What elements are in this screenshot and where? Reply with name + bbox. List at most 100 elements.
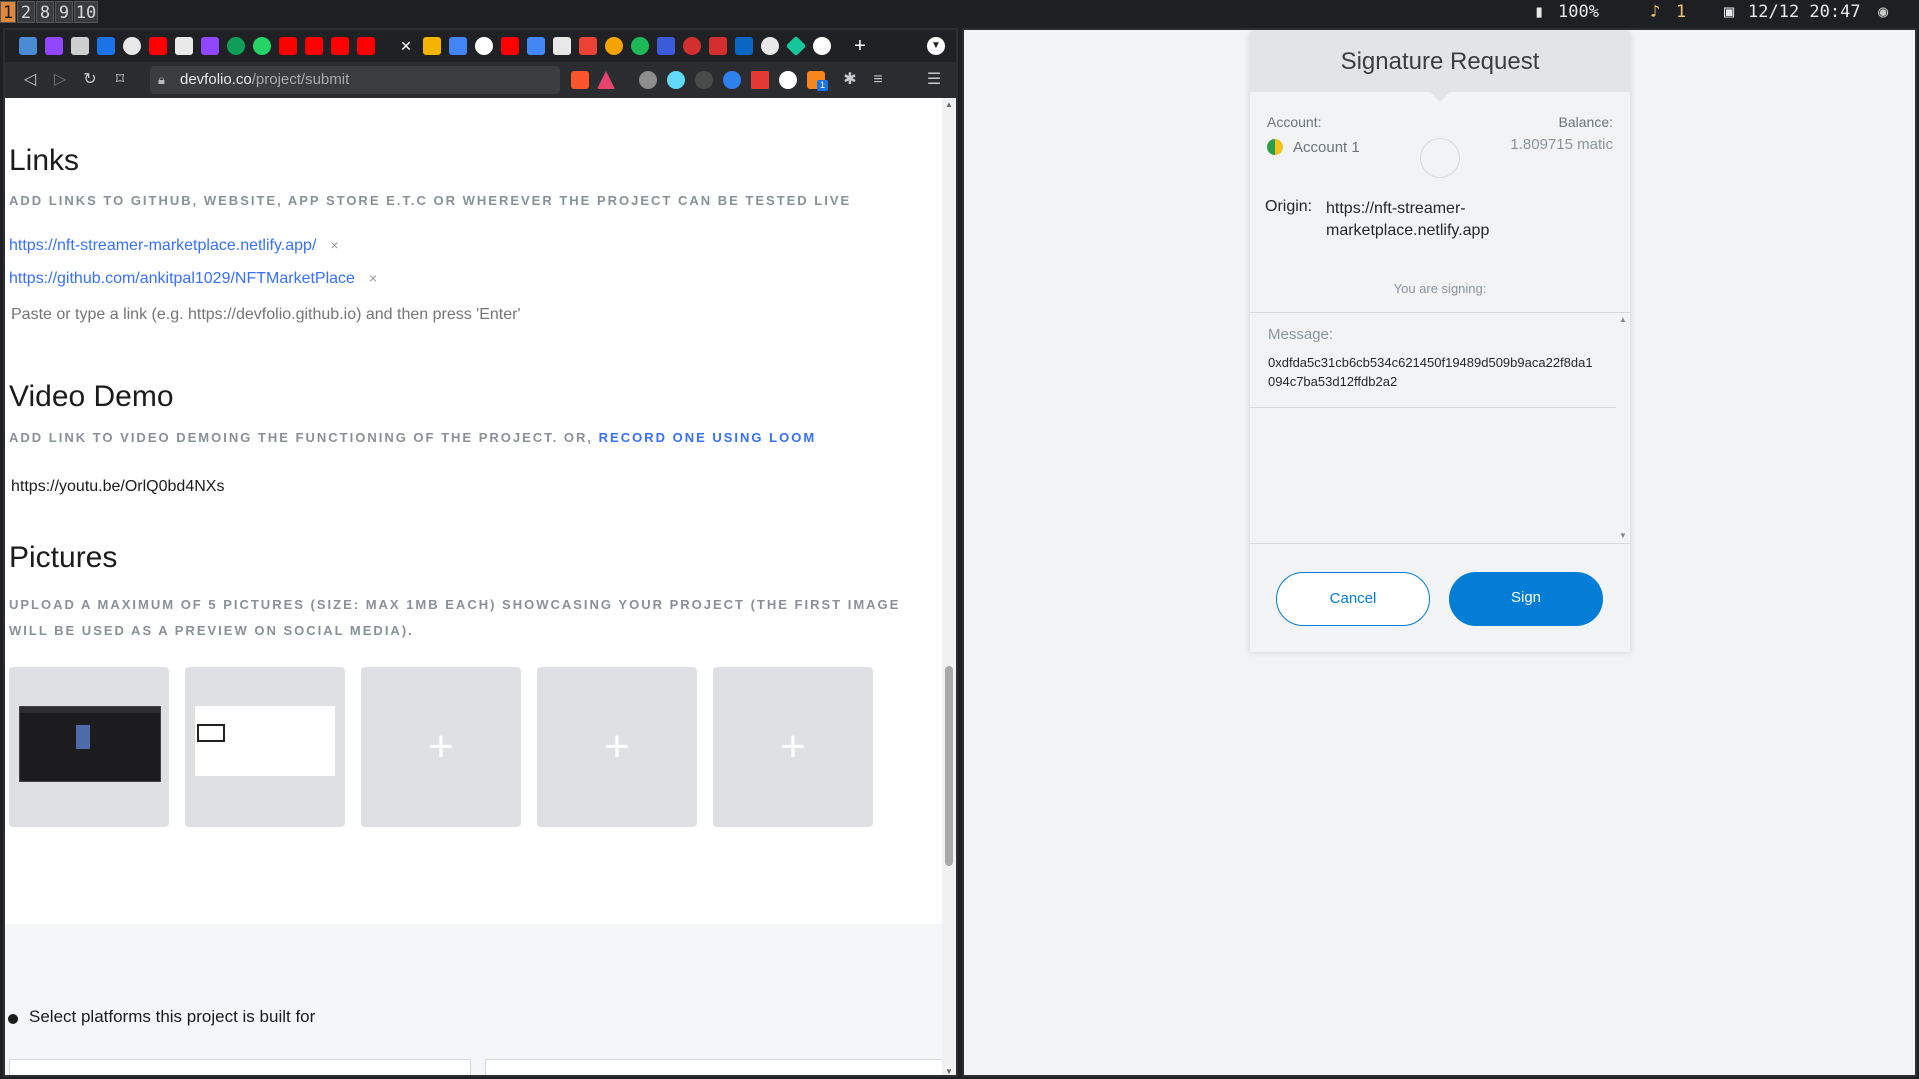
tab-diamond-icon[interactable] [785,35,807,57]
workspace-8[interactable]: 8 [36,1,54,23]
tab-google-icon[interactable] [475,37,493,55]
sign-button[interactable]: Sign [1449,572,1603,626]
notification-count: 1 [1676,2,1687,22]
tab-ext-icon[interactable] [657,37,675,55]
picture-slot-2[interactable] [185,667,345,827]
address-bar[interactable]: 🔒︎ devfolio.co/project/submit [150,66,560,94]
calendar-icon: ▣ [1724,2,1735,22]
tab-ys-icon[interactable] [709,37,727,55]
extension-tp-icon[interactable] [751,71,769,89]
account-name: Account 1 [1293,139,1360,156]
picture-slot-4[interactable]: + [537,667,697,827]
tab-active-devfolio-icon[interactable] [423,37,441,55]
page-scrollbar[interactable]: ▲ ▼ [942,98,956,1075]
brave-shields-icon[interactable] [571,71,589,89]
reload-icon[interactable]: ↻ [79,69,101,91]
url-path: /project/submit [251,71,350,88]
add-picture-icon[interactable]: + [537,667,697,827]
video-demo-heading: Video Demo [9,380,174,413]
battery-icon: ▮ [1534,2,1545,22]
tab-github-icon[interactable] [123,37,141,55]
tab-close-icon[interactable]: ✕ [397,37,415,55]
video-demo-subtitle: ADD LINK TO VIDEO DEMOING THE FUNCTIONIN… [9,430,816,445]
tab-youtube-icon-3[interactable] [305,37,323,55]
tab-pin-icon[interactable] [683,37,701,55]
tab-youtube-icon[interactable] [149,37,167,55]
tab-twitch-icon[interactable] [45,37,63,55]
scroll-down-arrow-icon[interactable]: ▼ [1619,531,1627,540]
tab-drive-icon[interactable] [97,37,115,55]
tab-wiki-icon[interactable] [553,37,571,55]
account-identicon [1267,139,1283,155]
tab-whatsapp-icon[interactable] [253,37,271,55]
react-devtools-icon[interactable] [667,71,685,89]
tab-linkedin-icon[interactable] [735,37,753,55]
scroll-up-arrow-icon[interactable]: ▲ [1619,315,1627,324]
picture-slot-5[interactable]: + [713,667,873,827]
tab-chatgpt-icon[interactable] [227,37,245,55]
tab-youtube-icon-5[interactable] [357,37,375,55]
tab-docs-icon-2[interactable] [527,37,545,55]
scroll-up-arrow-icon[interactable]: ▲ [945,100,953,109]
tab-google-icon-2[interactable] [813,37,831,55]
metamask-extension-icon[interactable]: 1 [807,71,829,91]
extension-icon-2[interactable] [695,71,713,89]
workspace-2[interactable]: 2 [17,1,35,23]
forward-icon[interactable]: ▷ [49,69,71,91]
brave-rewards-icon[interactable] [597,71,615,89]
origin-label: Origin: [1265,198,1313,215]
notification-bell-icon[interactable]: ♪ [1650,0,1660,24]
url-domain: devfolio.co [180,71,252,88]
picture-slot-3[interactable]: + [361,667,521,827]
picture-slot-1[interactable] [9,667,169,827]
link-url[interactable]: https://nft-streamer-marketplace.netlify… [9,237,316,254]
tab-brave-icon[interactable] [19,37,37,55]
extension-mask-icon[interactable] [779,71,797,89]
record-loom-link[interactable]: RECORD ONE USING LOOM [599,430,817,445]
pictures-heading: Pictures [9,541,118,574]
tab-spotify-icon[interactable] [631,37,649,55]
browser-menu-icon[interactable]: ☰ [923,69,945,91]
tab-youtube-icon-2[interactable] [279,37,297,55]
workspace-1[interactable]: 1 [0,1,16,23]
discord-tray-icon[interactable]: ◉ [1878,0,1888,24]
tab-docs-icon[interactable] [449,37,467,55]
tab-youtube-icon-4[interactable] [331,37,349,55]
tab-youtube-icon-6[interactable] [501,37,519,55]
tab-list-chevron-icon[interactable]: ▼ [927,37,945,55]
browser-toolbar: ◁ ▷ ↻ ⌑ 🔒︎ devfolio.co/project/submit 1 … [5,62,956,98]
scrollbar-thumb[interactable] [945,666,953,866]
remove-link-icon[interactable]: × [369,270,377,286]
tab-twitch-icon-2[interactable] [201,37,219,55]
extensions-puzzle-icon[interactable]: ✱ [839,69,861,91]
scroll-down-arrow-icon[interactable]: ▼ [945,1067,953,1075]
system-top-bar: 1 2 8 9 10 ▮ 100% ♪ 1 ▣ 12/12 20:47 ◉ [0,0,1919,24]
workspace-10[interactable]: 10 [74,1,98,23]
tab-notion-icon[interactable] [175,37,193,55]
bookmark-icon[interactable]: ⌑ [109,69,131,91]
workspace-9[interactable]: 9 [55,1,73,23]
media-queue-icon[interactable]: ≡ [867,69,889,91]
link-input[interactable] [9,300,633,330]
tab-github-icon-2[interactable] [761,37,779,55]
extension-icon-1[interactable] [639,71,657,89]
metamask-window: Signature Request Account: Account 1 Bal… [962,28,1917,1077]
pictures-subtitle: UPLOAD A MAXIMUM OF 5 PICTURES (SIZE: MA… [9,597,901,638]
tab-gmail-icon[interactable] [579,37,597,55]
link-item: https://github.com/ankitpal1029/NFTMarke… [9,270,377,288]
platform-select-2[interactable] [485,1059,942,1075]
new-tab-plus-icon[interactable]: + [851,36,869,56]
video-url-field[interactable]: https://youtu.be/OrlQ0bd4NXs [11,478,224,496]
platform-select-1[interactable] [9,1059,471,1075]
tab-chrome-icon[interactable] [605,37,623,55]
add-picture-icon[interactable]: + [361,667,521,827]
add-picture-icon[interactable]: + [713,667,873,827]
message-scrollbar[interactable]: ▲ ▼ [1616,313,1630,543]
link-url[interactable]: https://github.com/ankitpal1029/NFTMarke… [9,270,355,287]
remove-link-icon[interactable]: × [330,237,338,253]
extension-icon-3[interactable] [723,71,741,89]
uploaded-thumbnail [195,706,335,776]
tab-page-icon[interactable] [71,37,89,55]
cancel-button[interactable]: Cancel [1276,572,1430,626]
back-icon[interactable]: ◁ [19,69,41,91]
